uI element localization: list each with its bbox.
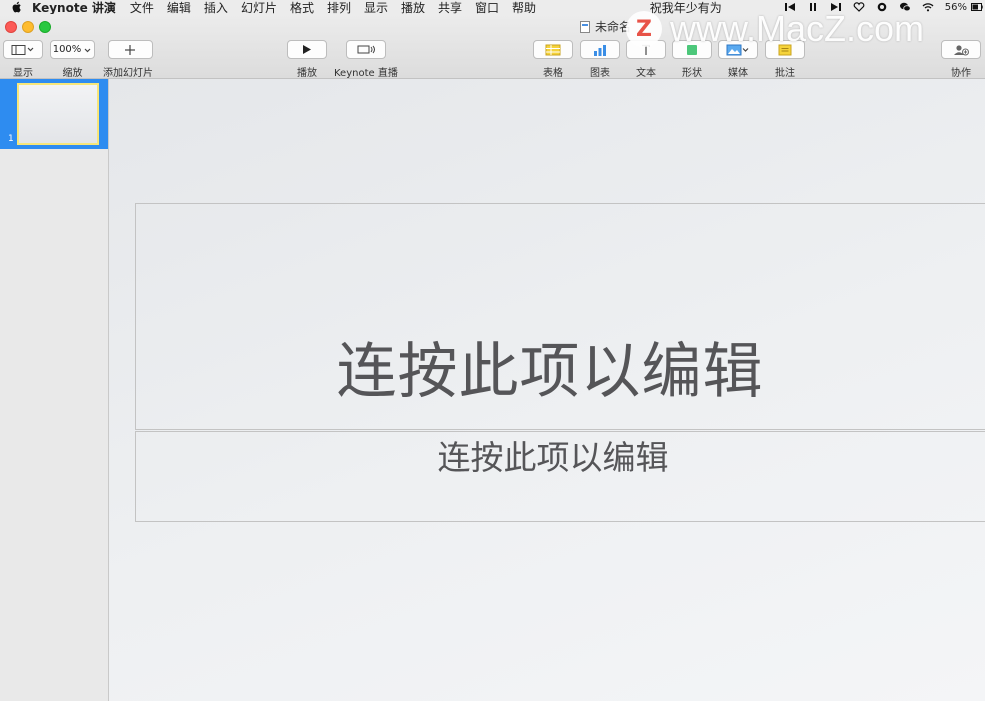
battery-percent: 56% xyxy=(944,1,967,13)
comment-label: 批注 xyxy=(775,68,795,79)
document-title[interactable]: 未命名 xyxy=(580,18,631,35)
apple-logo-icon[interactable] xyxy=(12,1,22,13)
watermark-badge-letter: Z xyxy=(636,16,652,42)
media-label: 媒体 xyxy=(728,68,748,79)
add-slide-button[interactable] xyxy=(107,40,153,59)
play-label: 播放 xyxy=(297,68,317,79)
chart-button[interactable] xyxy=(580,40,620,59)
view-control: 显示 xyxy=(3,40,43,79)
collaborate-label: 协作 xyxy=(951,68,971,79)
plus-icon xyxy=(125,44,135,55)
add-slide-control: 添加幻灯片 xyxy=(103,40,153,79)
slide-title[interactable]: 连按此项以编辑 xyxy=(136,342,985,402)
watermark-text: www.MacZ.com xyxy=(670,8,925,49)
text-label: 文本 xyxy=(636,68,656,79)
collaborate-control: 协作 xyxy=(941,40,981,79)
table-label: 表格 xyxy=(543,68,563,79)
zoom-select[interactable]: 100% xyxy=(50,40,95,59)
shape-label: 形状 xyxy=(682,68,702,79)
keynote-live-control: Keynote 直播 xyxy=(334,40,398,79)
chart-control: 图表 xyxy=(580,40,620,79)
watermark-logo-icon: Z xyxy=(626,11,662,47)
play-button[interactable] xyxy=(287,40,327,59)
play-control: 播放 xyxy=(287,40,327,79)
keynote-live-label: Keynote 直播 xyxy=(334,68,398,79)
zoom-control: 100% 缩放 xyxy=(50,40,95,79)
add-slide-label: 添加幻灯片 xyxy=(103,68,153,79)
slide-canvas[interactable]: 连按此项以编辑 连按此项以编辑 xyxy=(109,79,985,701)
zoom-value: 100% xyxy=(52,44,82,55)
watermark: Z www.MacZ.com xyxy=(626,8,924,50)
slide-navigator: 1 xyxy=(0,79,109,701)
table-icon xyxy=(545,44,561,55)
subtitle-placeholder[interactable]: 连按此项以编辑 xyxy=(135,431,985,522)
close-window-button[interactable] xyxy=(5,21,17,33)
chart-label: 图表 xyxy=(590,68,610,79)
slide-subtitle[interactable]: 连按此项以编辑 xyxy=(136,438,985,478)
slide-number: 1 xyxy=(8,134,14,144)
view-label: 显示 xyxy=(13,68,33,79)
slide-navigator-item[interactable]: 1 xyxy=(0,79,108,149)
keynote-live-button[interactable] xyxy=(345,40,386,59)
battery-icon[interactable] xyxy=(971,3,983,11)
play-icon xyxy=(303,45,311,54)
table-control: 表格 xyxy=(533,40,573,79)
broadcast-screen-icon xyxy=(357,45,375,54)
table-button[interactable] xyxy=(533,40,573,59)
maximize-window-button[interactable] xyxy=(39,21,51,33)
zoom-label: 缩放 xyxy=(62,68,83,79)
collaborate-button[interactable] xyxy=(941,40,981,59)
add-person-icon xyxy=(954,44,969,55)
slide-thumbnail[interactable] xyxy=(17,83,99,145)
document-icon xyxy=(580,20,590,33)
bar-chart-icon xyxy=(594,44,606,56)
minimize-window-button[interactable] xyxy=(22,21,34,33)
sidebar-layout-icon xyxy=(11,45,34,55)
view-button[interactable] xyxy=(3,40,43,59)
chevron-down-icon xyxy=(84,48,91,52)
title-placeholder[interactable]: 连按此项以编辑 xyxy=(135,203,985,430)
